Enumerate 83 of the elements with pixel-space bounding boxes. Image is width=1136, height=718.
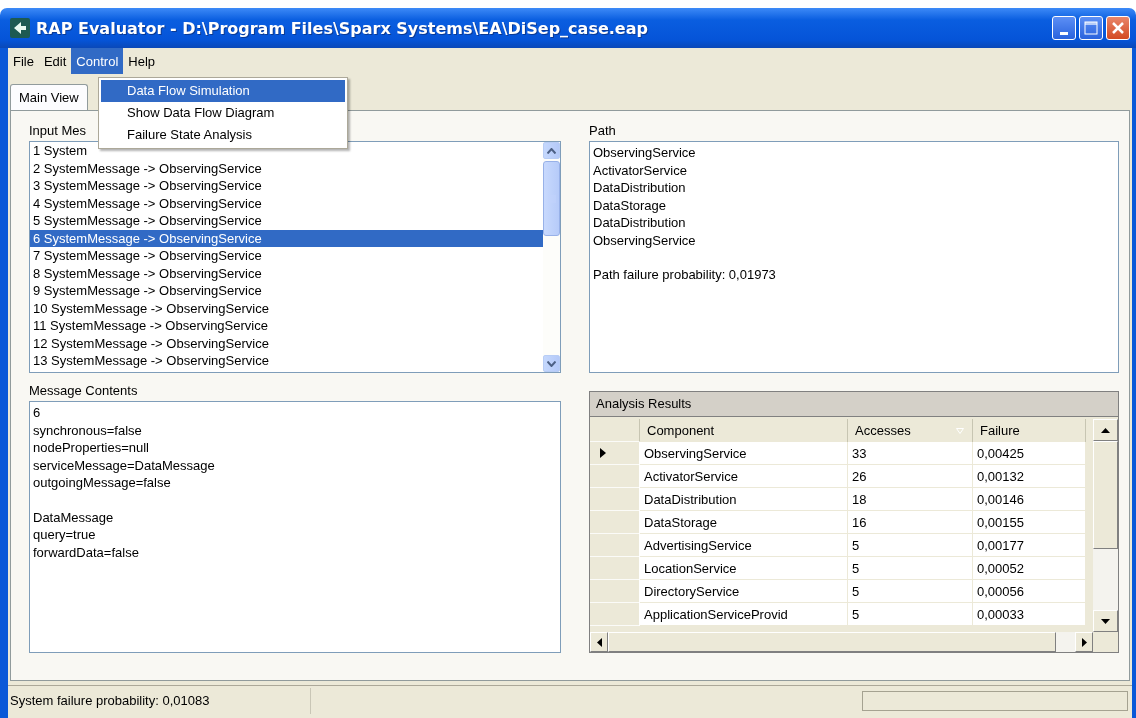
path-probability: Path failure probability: 0,01973 [593,266,777,284]
table-cell: 0,00177 [973,534,1086,557]
scroll-right-button[interactable] [1075,632,1093,652]
menu-item[interactable]: Edit [38,48,72,74]
table-cell: 0,00155 [973,511,1086,534]
table-cell: 16 [848,511,973,534]
menu-option[interactable]: Failure State Analysis [101,124,345,146]
message-list-item[interactable]: 10 SystemMessage -> ObservingService [30,299,543,317]
table-cell: AdvertisingService [640,534,848,557]
app-icon [10,18,30,38]
message-line: query=true [33,526,97,544]
chevron-up-icon [547,147,556,154]
table-cell: 5 [848,603,973,626]
message-list-item[interactable]: 5 SystemMessage -> ObservingService [30,212,543,230]
table-cell: 26 [848,465,973,488]
maximize-button[interactable] [1079,16,1103,40]
message-line: synchronous=false [33,421,143,439]
row-header[interactable] [590,442,640,465]
status-text: System failure probability: 0,01083 [8,688,311,714]
path-step: ObservingService [593,231,1115,249]
message-list-item[interactable]: 2 SystemMessage -> ObservingService [30,159,543,177]
table-cell: 0,00425 [973,442,1086,465]
minimize-button[interactable] [1052,16,1076,40]
message-list-item[interactable]: 6 SystemMessage -> ObservingService [30,229,543,247]
table-cell: ApplicationServiceProvid [640,603,848,626]
menu-option[interactable]: Show Data Flow Diagram [101,102,345,124]
chevron-down-icon [547,360,556,367]
message-line: 6 [33,404,42,422]
message-list-item[interactable]: 3 SystemMessage -> ObservingService [30,177,543,195]
panel-label: Path [589,123,616,139]
table-cell: 5 [848,580,973,603]
path-step: DataDistribution [593,179,1115,197]
triangle-down-icon [1101,618,1110,624]
triangle-right-icon [1081,637,1087,647]
table-cell: 0,00132 [973,465,1086,488]
minimize-icon [1060,31,1068,35]
path-step: DataDistribution [593,214,1115,232]
panel-label: Input Mes [29,123,87,139]
message-list-item[interactable]: 7 SystemMessage -> ObservingService [30,247,543,265]
table-cell: 33 [848,442,973,465]
table-cell: 0,00033 [973,603,1086,626]
table-cell: ActivatorService [640,465,848,488]
menu-option[interactable]: Data Flow Simulation [101,80,345,102]
message-line: serviceMessage=DataMessage [33,456,216,474]
table-cell: 0,00056 [973,580,1086,603]
message-line: nodeProperties=null [33,439,150,457]
window-title: RAP Evaluator - D:\Program Files\Sparx Systems\EA\DiSep_case.eap [36,18,648,38]
menu-item[interactable]: Control [71,48,124,74]
close-button[interactable] [1106,16,1130,40]
current-row-icon [600,448,606,458]
panel-label: Message Contents [29,383,138,399]
table-cell: 5 [848,534,973,557]
maximize-icon [1084,21,1098,35]
message-list-item[interactable]: 11 SystemMessage -> ObservingService [30,317,543,335]
message-line: forwardData=false [33,543,140,561]
path-step: ActivatorService [593,161,1115,179]
table-cell: DataStorage [640,511,848,534]
message-list-item[interactable]: 8 SystemMessage -> ObservingService [30,264,543,282]
table-cell: ObservingService [640,442,848,465]
triangle-left-icon [596,637,602,647]
grid-caption: Analysis Results [590,392,1118,417]
table-cell: 0,00146 [973,488,1086,511]
scroll-left-button[interactable] [590,632,608,652]
message-list-item[interactable]: 4 SystemMessage -> ObservingService [30,194,543,212]
table-cell: DirectoryService [640,580,848,603]
message-list-item[interactable]: 12 SystemMessage -> ObservingService [30,334,543,352]
table-cell: 18 [848,488,973,511]
scrollbar-thumb[interactable] [543,161,560,236]
table-cell: LocationService [640,557,848,580]
message-list-item[interactable]: 9 SystemMessage -> ObservingService [30,282,543,300]
path-step: DataStorage [593,196,1115,214]
table-cell: DataDistribution [640,488,848,511]
message-list-item[interactable]: 13 SystemMessage -> ObservingService [30,352,543,370]
table-cell: 0,00052 [973,557,1086,580]
close-icon [1111,21,1125,35]
triangle-up-icon [1101,427,1110,433]
menu-item[interactable]: Help [123,48,161,74]
tab[interactable]: Main View [10,84,88,110]
message-line: outgoingMessage=false [33,474,172,492]
menu-item[interactable]: File [8,48,39,74]
message-line: DataMessage [33,508,115,526]
path-step: ObservingService [593,144,1115,162]
table-cell: 5 [848,557,973,580]
